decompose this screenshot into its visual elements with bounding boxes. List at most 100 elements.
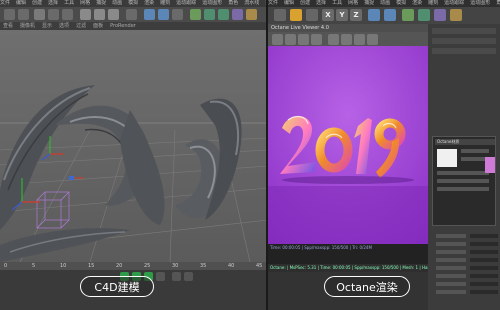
key-icon[interactable] <box>172 272 181 281</box>
viewport-menu-item-6[interactable]: ProRender <box>110 23 136 29</box>
settings-icon[interactable] <box>328 34 339 45</box>
keyframe-icon[interactable] <box>184 272 193 281</box>
end-icon[interactable] <box>156 272 165 281</box>
redo-icon[interactable] <box>18 9 29 20</box>
scale-icon[interactable] <box>48 9 59 20</box>
render-floor <box>268 186 428 244</box>
pick-icon[interactable] <box>354 34 365 45</box>
nurbs-icon[interactable] <box>218 9 229 20</box>
octane-menu-item-9[interactable]: 渲染 <box>412 0 422 6</box>
world-icon[interactable] <box>126 9 137 20</box>
material-field[interactable] <box>437 171 489 175</box>
c4d-menu-item-13[interactable]: 角色 <box>228 0 238 6</box>
octane-menu-item-4[interactable]: 工具 <box>332 0 342 6</box>
viewport-menu-item-3[interactable]: 选项 <box>59 23 69 29</box>
viewport-menu-item-4[interactable]: 过滤 <box>76 23 86 29</box>
twisted-model[interactable] <box>0 85 242 262</box>
material-field[interactable] <box>461 149 489 153</box>
viewport-menu-item-5[interactable]: 面板 <box>93 23 103 29</box>
panel-tabs-2[interactable] <box>432 38 496 44</box>
c4d-menu-item-4[interactable]: 工具 <box>64 0 74 6</box>
move-icon[interactable] <box>306 9 318 21</box>
material-field[interactable] <box>437 179 489 183</box>
octane-menu-item-13[interactable]: 角色 <box>496 0 500 6</box>
c4d-menu-item-1[interactable]: 编辑 <box>16 0 26 6</box>
c4d-menu-item-12[interactable]: 运动图形 <box>202 0 222 6</box>
c4d-window: 文件编辑创建选择工具网格捕捉动画模拟渲染雕刻运动跟踪运动图形角色流水线插件X-P… <box>0 0 268 310</box>
timeline-tick: 45 <box>256 263 263 269</box>
octane-toolbar: X Y Z <box>268 7 500 24</box>
cube-icon[interactable] <box>190 9 201 20</box>
render-view-icon[interactable] <box>368 9 380 21</box>
color-swatch[interactable] <box>485 157 495 173</box>
restart-render-icon[interactable] <box>285 34 296 45</box>
rotate-icon[interactable] <box>62 9 73 20</box>
viewport-menu-item-0[interactable]: 查看 <box>3 23 13 29</box>
octane-menu-item-12[interactable]: 运动图形 <box>470 0 490 6</box>
move-icon[interactable] <box>34 9 45 20</box>
c4d-menu-item-3[interactable]: 选择 <box>48 0 58 6</box>
octane-rendering-label: Octane渲染 <box>324 276 410 297</box>
octane-menu-item-5[interactable]: 网格 <box>348 0 358 6</box>
octane-menu-item-7[interactable]: 动画 <box>380 0 390 6</box>
timeline-ruler[interactable]: 0 5 10 15 20 25 30 35 40 45 <box>0 262 268 270</box>
x-axis-button[interactable]: X <box>322 9 334 21</box>
stop-render-icon[interactable] <box>311 34 322 45</box>
octane-menu-item-6[interactable]: 捕捉 <box>364 0 374 6</box>
timeline-tick: 20 <box>116 263 123 269</box>
c4d-menu-item-11[interactable]: 运动跟踪 <box>176 0 196 6</box>
c4d-menu-item-9[interactable]: 渲染 <box>144 0 154 6</box>
z-axis-icon[interactable] <box>108 9 119 20</box>
live-select-icon[interactable] <box>290 9 302 21</box>
pause-render-icon[interactable] <box>298 34 309 45</box>
octane-menu-item-11[interactable]: 运动跟踪 <box>444 0 464 6</box>
octane-menu-item-3[interactable]: 选择 <box>316 0 326 6</box>
undo-icon[interactable] <box>4 9 15 20</box>
c4d-menu-item-6[interactable]: 捕捉 <box>96 0 106 6</box>
zoom-icon[interactable] <box>367 34 378 45</box>
c4d-menu-item-2[interactable]: 创建 <box>32 0 42 6</box>
spline-icon[interactable] <box>418 9 430 21</box>
x-axis-icon[interactable] <box>80 9 91 20</box>
render-status-text: Time: 00:00:05 | Spp/maxspp: 150/500 | T… <box>270 245 372 250</box>
light-icon[interactable] <box>246 9 257 20</box>
octane-menu-item-10[interactable]: 雕刻 <box>428 0 438 6</box>
perspective-viewport[interactable] <box>0 30 268 262</box>
viewport-menu-item-1[interactable]: 摄像机 <box>20 23 35 29</box>
timeline-tick: 0 <box>4 263 8 269</box>
c4d-menu-item-7[interactable]: 动画 <box>112 0 122 6</box>
c4d-menu-item-5[interactable]: 网格 <box>80 0 90 6</box>
octane-menu-item-1[interactable]: 编辑 <box>284 0 294 6</box>
octane-menu-item-8[interactable]: 模拟 <box>396 0 406 6</box>
render-preview[interactable] <box>268 46 428 244</box>
panel-tabs-3[interactable] <box>432 48 496 54</box>
z-axis-button[interactable]: Z <box>350 9 362 21</box>
lock-icon[interactable] <box>341 34 352 45</box>
spline-icon[interactable] <box>204 9 215 20</box>
render-view-icon[interactable] <box>144 9 155 20</box>
c4d-menu-item-10[interactable]: 雕刻 <box>160 0 170 6</box>
cube-icon[interactable] <box>402 9 414 21</box>
c4d-menu-item-0[interactable]: 文件 <box>0 0 10 6</box>
render-settings-icon[interactable] <box>172 9 183 20</box>
undo-icon[interactable] <box>274 9 286 21</box>
viewport-menu-item-2[interactable]: 显示 <box>42 23 52 29</box>
c4d-menu-item-8[interactable]: 模拟 <box>128 0 138 6</box>
render-footer: Octane: | MsPSec: 5.31 | Time: 00:00:05 … <box>268 264 430 272</box>
render-picture-icon[interactable] <box>384 9 396 21</box>
material-field[interactable] <box>437 187 489 191</box>
light-icon[interactable] <box>450 9 462 21</box>
send-scene-icon[interactable] <box>272 34 283 45</box>
deformer-icon[interactable] <box>434 9 446 21</box>
octane-menu-item-0[interactable]: 文件 <box>268 0 278 6</box>
octane-menu-item-2[interactable]: 创建 <box>300 0 310 6</box>
viewport-menu: 查看 摄像机 显示 选项 过滤 面板 ProRender <box>0 22 268 30</box>
render-picture-icon[interactable] <box>158 9 169 20</box>
panel-tabs[interactable] <box>432 28 496 34</box>
deformer-icon[interactable] <box>232 9 243 20</box>
live-viewer-toolbar <box>268 32 428 46</box>
y-axis-icon[interactable] <box>94 9 105 20</box>
material-swatch[interactable] <box>437 149 457 167</box>
c4d-menu-item-14[interactable]: 流水线 <box>244 0 259 6</box>
y-axis-button[interactable]: Y <box>336 9 348 21</box>
